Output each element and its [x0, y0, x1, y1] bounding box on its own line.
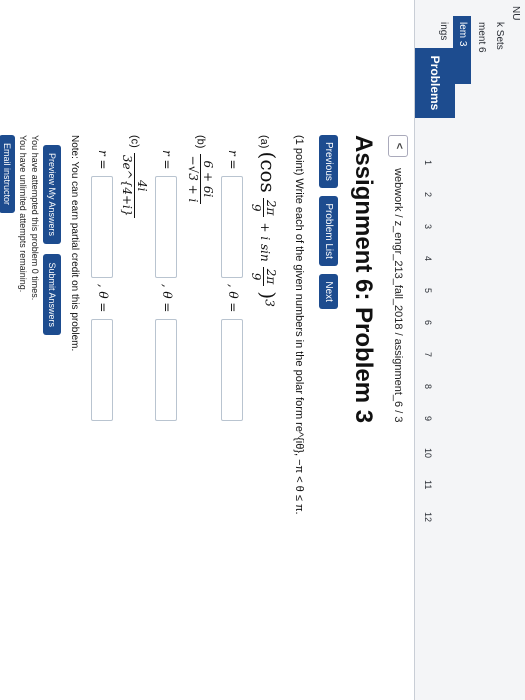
attempts-remaining: You have unlimited attempts remaining.: [18, 135, 28, 293]
part-c-theta-label: , θ =: [96, 283, 111, 313]
part-c-fraction: 4i 3e^{4+i}: [120, 152, 149, 219]
part-c-label: (c): [128, 135, 141, 148]
part-a-frac1-den: 9: [249, 203, 264, 212]
problem-link-7[interactable]: 7: [423, 352, 433, 357]
main-content: < webwork / z_engr_213_fall_2018 / assig…: [0, 0, 415, 700]
part-c-r-input[interactable]: [91, 175, 113, 278]
part-b-expression: (b) 6 + 6i −√3 + i: [186, 135, 215, 206]
sidebar-menu-heading: NU: [510, 6, 521, 21]
part-b-theta-input[interactable]: [155, 318, 177, 421]
problem-list-button[interactable]: Problem List: [319, 196, 338, 266]
webwork-page: NU k Sets ment 6 lem 3 ings Problems 1 2…: [0, 0, 525, 700]
problem-link-12[interactable]: 12: [423, 512, 433, 522]
next-button[interactable]: Next: [319, 274, 338, 309]
sidebar-item-sets[interactable]: k Sets: [494, 22, 505, 50]
part-c-expression: (c) 4i 3e^{4+i}: [120, 135, 149, 220]
preview-answers-button[interactable]: Preview My Answers: [43, 145, 61, 245]
sidebar-item-settings[interactable]: ings: [438, 22, 449, 40]
part-c-den: 3e^{4+i}: [120, 154, 134, 217]
part-b-num: 6 + 6i: [200, 153, 215, 205]
email-instructor-button[interactable]: Email instructor: [0, 135, 15, 214]
part-a-expression: (a) (cos 2π 9 + i sin 2π 9 )3: [249, 135, 280, 307]
part-a-frac2-num: 2π: [263, 266, 279, 287]
submit-answers-button[interactable]: Submit Answers: [43, 254, 61, 336]
part-a-label: (a): [258, 135, 270, 149]
problem-link-11[interactable]: 11: [423, 480, 433, 489]
part-a-r-input[interactable]: [221, 175, 243, 278]
part-a-exponent: 3: [262, 299, 277, 307]
part-a-open: (cos: [256, 151, 280, 193]
part-a-frac1-num: 2π: [263, 197, 279, 218]
sidebar: NU k Sets ment 6 lem 3 ings Problems 1 2…: [414, 0, 525, 700]
part-b-answer-row: r = , θ =: [155, 150, 177, 424]
part-a-mid: + i sin: [258, 222, 272, 262]
part-b-label: (b): [194, 135, 207, 149]
sidebar-item-assignment[interactable]: ment 6: [476, 22, 487, 53]
part-a-theta-input[interactable]: [221, 318, 243, 421]
part-a-fraction-1: 2π 9: [249, 197, 279, 218]
problem-link-5[interactable]: 5: [423, 288, 433, 293]
part-a-answer-row: r = , θ =: [221, 150, 243, 424]
problem-nav: Previous Problem List Next: [319, 135, 339, 313]
part-b-r-input[interactable]: [155, 175, 177, 278]
problem-link-9[interactable]: 9: [423, 416, 433, 421]
partial-credit-note: Note: You can earn partial credit on thi…: [69, 135, 80, 352]
part-c-num: 4i: [134, 152, 149, 219]
part-a-fraction-2: 2π 9: [249, 266, 279, 287]
page-title: Assignment 6: Problem 3: [350, 135, 377, 424]
part-c-r-label: r =: [96, 150, 111, 170]
problem-link-8[interactable]: 8: [423, 384, 433, 389]
sidebar-item-problem[interactable]: lem 3: [453, 16, 471, 84]
problems-heading: Problems: [415, 48, 455, 118]
part-b-fraction: 6 + 6i −√3 + i: [186, 153, 215, 205]
problem-link-4[interactable]: 4: [423, 256, 433, 261]
problem-link-10[interactable]: 10: [423, 448, 433, 458]
breadcrumb-path[interactable]: webwork / z_engr_213_fall_2018 / assignm…: [392, 168, 404, 422]
part-c-answer-row: r = , θ =: [91, 150, 113, 424]
back-button[interactable]: <: [387, 135, 408, 157]
problem-link-2[interactable]: 2: [423, 192, 433, 197]
problem-statement: (1 point) Write each of the given number…: [293, 135, 305, 515]
part-b-theta-label: , θ =: [160, 283, 175, 313]
breadcrumb: < webwork / z_engr_213_fall_2018 / assig…: [387, 135, 409, 555]
previous-button[interactable]: Previous: [319, 135, 338, 188]
part-a-r-label: r =: [226, 150, 241, 170]
problem-link-3[interactable]: 3: [423, 224, 433, 229]
attempts-info: You have attempted this problem 0 times.: [30, 135, 40, 301]
part-a-theta-label: , θ =: [226, 283, 241, 313]
part-b-r-label: r =: [160, 150, 175, 170]
problem-link-6[interactable]: 6: [423, 320, 433, 325]
part-a-frac2-den: 9: [249, 272, 264, 281]
problem-link-1[interactable]: 1: [423, 160, 433, 165]
part-c-theta-input[interactable]: [91, 318, 113, 421]
answer-actions: Preview My Answers Submit Answers: [43, 145, 62, 341]
part-b-den: −√3 + i: [186, 155, 200, 203]
